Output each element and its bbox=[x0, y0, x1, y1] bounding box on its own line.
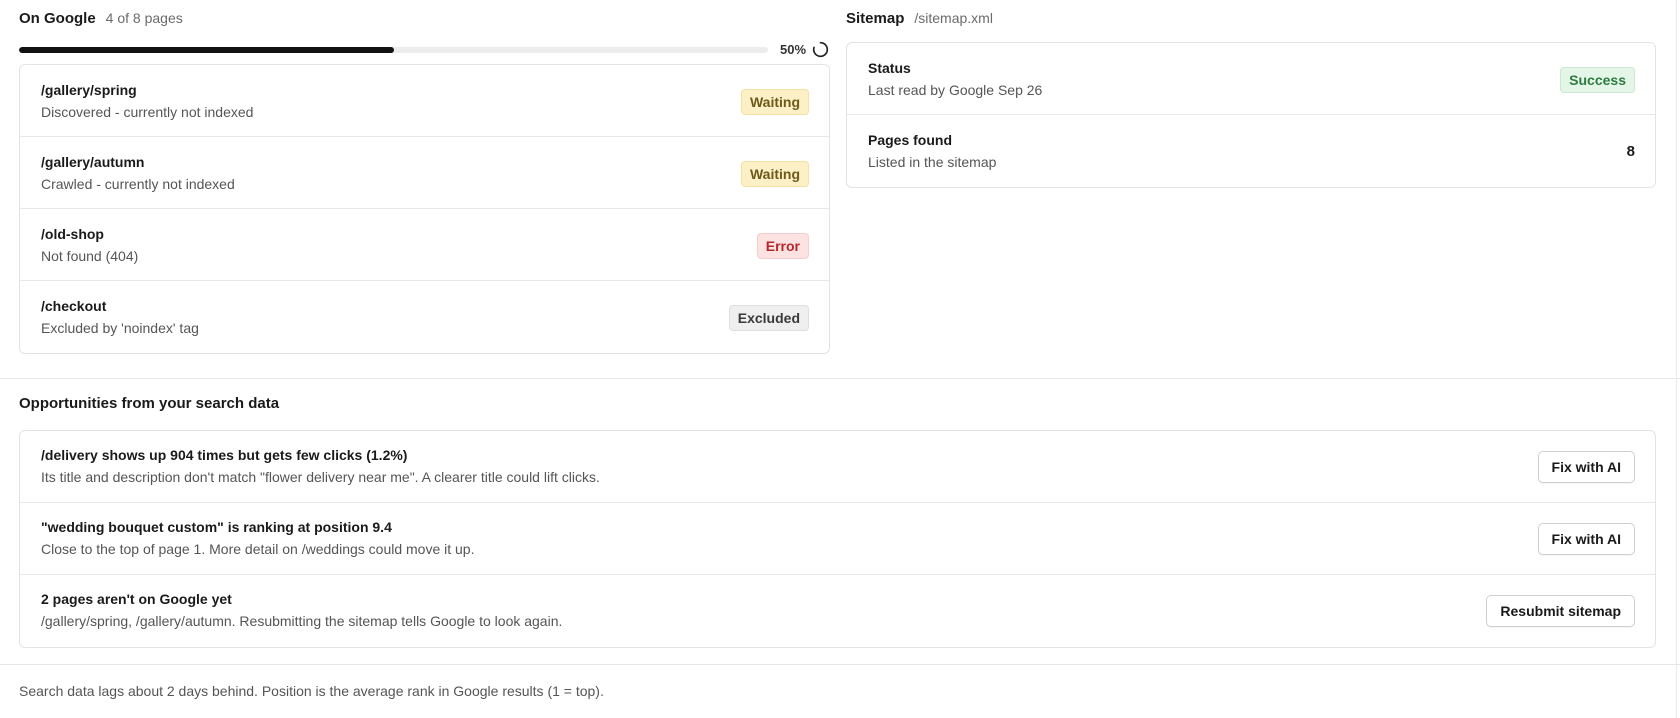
status-badge: Excluded bbox=[728, 305, 809, 331]
page-status-list: /gallery/spring Discovered - currently n… bbox=[19, 64, 830, 354]
fix-with-ai-button[interactable]: Fix with AI bbox=[1537, 451, 1635, 483]
list-item[interactable]: /checkout Excluded by 'noindex' tag Excl… bbox=[20, 281, 829, 353]
status-badge: Waiting bbox=[740, 89, 809, 115]
page-status-text: Excluded by 'noindex' tag bbox=[41, 320, 199, 336]
index-status-panel: On Google 4 of 8 pages 50% /gallery/spri… bbox=[0, 0, 1680, 379]
opportunities-section: Opportunities from your search data /del… bbox=[19, 395, 1656, 648]
sitemap-section: Sitemap /sitemap.xml Status Last read by… bbox=[846, 0, 1656, 188]
page-path: /checkout bbox=[41, 298, 107, 314]
sitemap-header: Sitemap /sitemap.xml bbox=[846, 0, 1656, 38]
opportunity-description: /gallery/spring, /gallery/autumn. Resubm… bbox=[41, 613, 563, 629]
on-google-count: 4 of 8 pages bbox=[105, 10, 183, 26]
list-item: /delivery shows up 904 times but gets fe… bbox=[20, 431, 1655, 503]
progress-percent: 50% bbox=[780, 42, 807, 57]
fix-with-ai-button[interactable]: Fix with AI bbox=[1537, 523, 1635, 555]
opportunities-list: /delivery shows up 904 times but gets fe… bbox=[19, 430, 1656, 648]
page-path: /old-shop bbox=[41, 226, 104, 242]
progress-fill bbox=[19, 47, 394, 53]
status-badge: Waiting bbox=[740, 161, 809, 187]
pages-found-value: 8 bbox=[1626, 143, 1635, 160]
on-google-header: On Google 4 of 8 pages bbox=[19, 0, 830, 38]
resubmit-sitemap-button[interactable]: Resubmit sitemap bbox=[1486, 595, 1635, 627]
page-status-text: Discovered - currently not indexed bbox=[41, 104, 254, 120]
opportunity-title: /delivery shows up 904 times but gets fe… bbox=[41, 447, 408, 463]
list-item: 2 pages aren't on Google yet /gallery/sp… bbox=[20, 575, 1655, 647]
opportunity-description: Its title and description don't match "f… bbox=[41, 469, 600, 485]
opportunity-description: Close to the top of page 1. More detail … bbox=[41, 541, 475, 557]
on-google-section: On Google 4 of 8 pages 50% /gallery/spri… bbox=[19, 0, 830, 354]
page-path: /gallery/autumn bbox=[41, 154, 145, 170]
page-path: /gallery/spring bbox=[41, 82, 137, 98]
opportunities-heading: Opportunities from your search data bbox=[19, 395, 280, 412]
loading-spinner-icon bbox=[812, 41, 829, 58]
sitemap-pages-found-row: Pages found Listed in the sitemap 8 bbox=[847, 115, 1655, 187]
status-badge: Error bbox=[756, 233, 809, 259]
progress-track bbox=[19, 47, 768, 53]
divider bbox=[1676, 0, 1677, 718]
opportunity-title: "wedding bouquet custom" is ranking at p… bbox=[41, 519, 392, 535]
opportunity-title: 2 pages aren't on Google yet bbox=[41, 591, 232, 607]
sitemap-path: /sitemap.xml bbox=[914, 10, 993, 26]
pages-found-label: Pages found bbox=[868, 132, 953, 148]
list-item[interactable]: /gallery/autumn Crawled - currently not … bbox=[20, 137, 829, 209]
page-status-text: Not found (404) bbox=[41, 248, 139, 264]
status-label: Status bbox=[868, 60, 911, 76]
list-item: "wedding bouquet custom" is ranking at p… bbox=[20, 503, 1655, 575]
status-badge: Success bbox=[1560, 67, 1635, 93]
list-item[interactable]: /old-shop Not found (404) Error bbox=[20, 209, 829, 281]
pages-found-sub: Listed in the sitemap bbox=[868, 154, 997, 170]
list-item[interactable]: /gallery/spring Discovered - currently n… bbox=[20, 65, 829, 137]
status-last-read: Last read by Google Sep 26 bbox=[868, 82, 1043, 98]
footer-note: Search data lags about 2 days behind. Po… bbox=[0, 664, 1680, 718]
page-status-text: Crawled - currently not indexed bbox=[41, 176, 235, 192]
on-google-title: On Google bbox=[19, 10, 96, 27]
sitemap-status-row: Status Last read by Google Sep 26 Succes… bbox=[847, 43, 1655, 115]
indexing-progress: 50% bbox=[19, 38, 830, 64]
sitemap-title: Sitemap bbox=[846, 10, 905, 27]
sitemap-card: Status Last read by Google Sep 26 Succes… bbox=[846, 42, 1656, 188]
